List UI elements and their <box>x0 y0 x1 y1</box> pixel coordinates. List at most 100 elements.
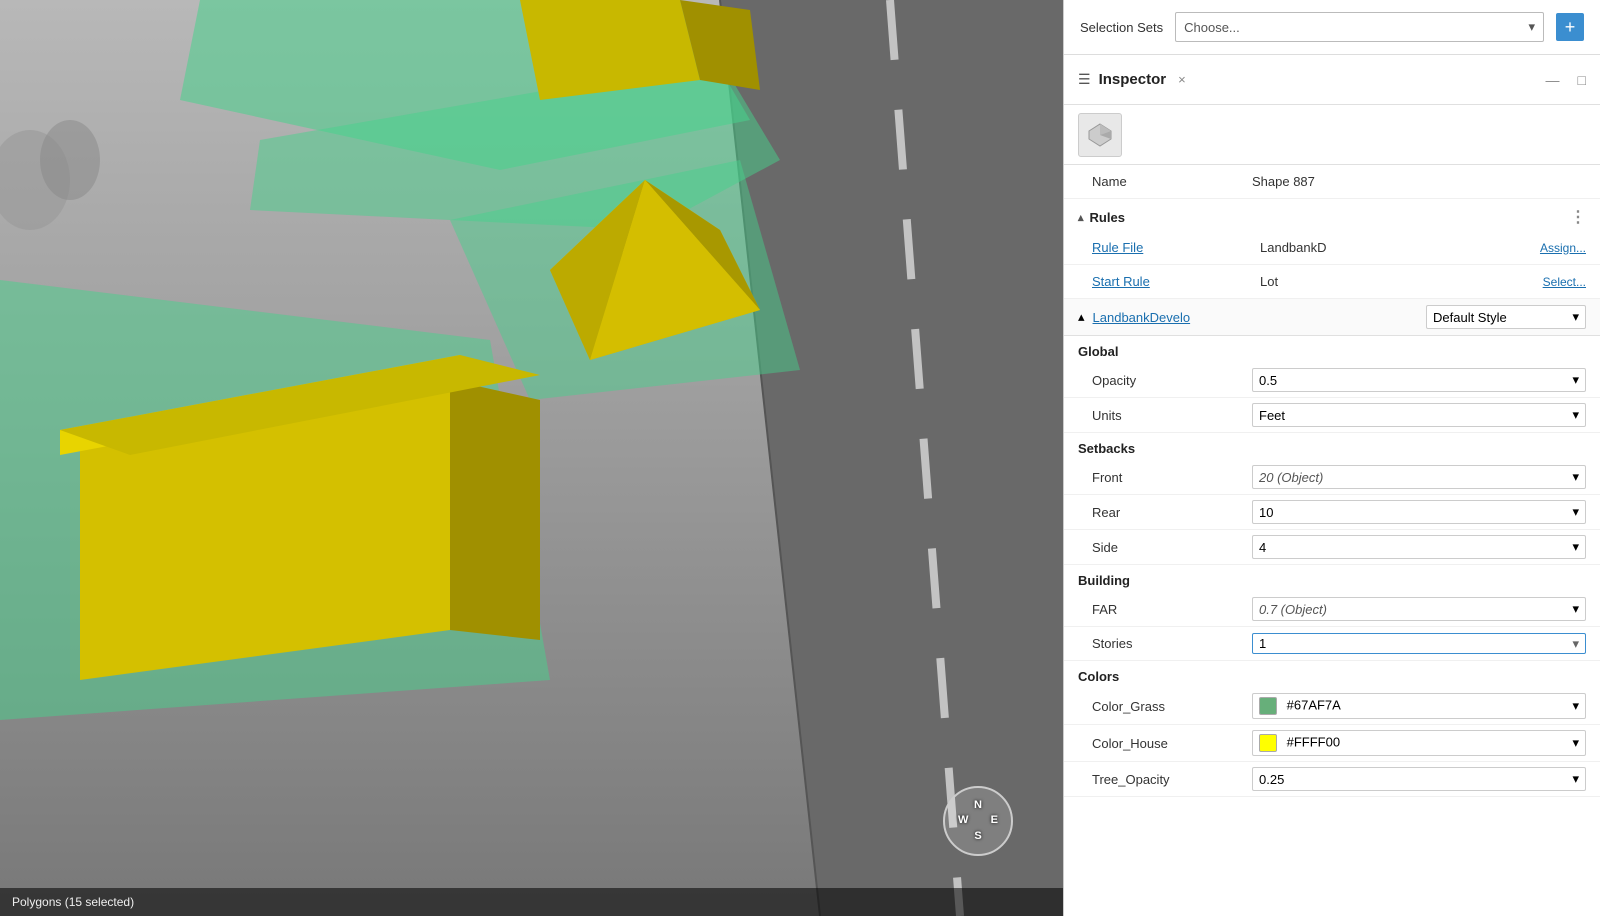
rear-row: Rear 10 ▾ <box>1064 495 1600 530</box>
name-label: Name <box>1092 174 1252 189</box>
landbank-chevron-icon: ▴ <box>1078 309 1085 325</box>
side-dropdown[interactable]: 4 ▾ <box>1252 535 1586 559</box>
chevron-down-icon: ▾ <box>1572 601 1579 617</box>
rear-label: Rear <box>1092 505 1252 520</box>
status-text: Polygons (15 selected) <box>12 895 134 909</box>
color-grass-swatch <box>1259 697 1277 715</box>
opacity-dropdown[interactable]: 0.5 ▾ <box>1252 368 1586 392</box>
selection-sets-bar: Selection Sets Choose... ▾ + <box>1064 0 1600 55</box>
tree-opacity-label: Tree_Opacity <box>1092 772 1252 787</box>
building-section-label: Building <box>1078 573 1130 588</box>
far-dropdown[interactable]: 0.7 (Object) ▾ <box>1252 597 1586 621</box>
chevron-down-icon: ▾ <box>1572 504 1579 520</box>
compass-labels: N WE S <box>958 798 998 844</box>
building-section-header: Building <box>1064 565 1600 592</box>
properties-area[interactable]: Name Shape 887 ▴ Rules ⋮ Rule File Landb… <box>1064 165 1600 916</box>
color-grass-value: #67AF7A <box>1287 697 1341 712</box>
rule-file-label[interactable]: Rule File <box>1092 240 1252 255</box>
name-row: Name Shape 887 <box>1064 165 1600 199</box>
object-icon-box <box>1078 113 1122 157</box>
start-rule-value: Lot <box>1260 274 1535 289</box>
select-button[interactable]: Select... <box>1543 275 1586 289</box>
color-grass-row: Color_Grass #67AF7A ▾ <box>1064 688 1600 725</box>
color-house-dropdown[interactable]: #FFFF00 ▾ <box>1252 730 1586 756</box>
status-bar: Polygons (15 selected) <box>0 888 1063 916</box>
colors-section-label: Colors <box>1078 669 1119 684</box>
color-house-swatch <box>1259 734 1277 752</box>
stories-row: Stories ▾ <box>1064 627 1600 661</box>
side-row: Side 4 ▾ <box>1064 530 1600 565</box>
front-value: 20 (Object) <box>1259 470 1323 485</box>
rule-file-value: LandbankD <box>1260 240 1532 255</box>
assign-button[interactable]: Assign... <box>1540 241 1586 255</box>
tree-opacity-value: 0.25 <box>1259 772 1284 787</box>
landbank-row: ▴ LandbankDevelo Default Style ▾ <box>1064 299 1600 336</box>
tree-opacity-dropdown[interactable]: 0.25 ▾ <box>1252 767 1586 791</box>
units-dropdown[interactable]: Feet ▾ <box>1252 403 1586 427</box>
selection-sets-dropdown[interactable]: Choose... ▾ <box>1175 12 1544 42</box>
chevron-down-icon: ▾ <box>1528 19 1535 35</box>
inspector-title: Inspector <box>1099 71 1167 88</box>
rear-dropdown[interactable]: 10 ▾ <box>1252 500 1586 524</box>
global-section-header: Global <box>1064 336 1600 363</box>
start-rule-label[interactable]: Start Rule <box>1092 274 1252 289</box>
chevron-down-icon: ▾ <box>1572 698 1579 714</box>
rules-section-header[interactable]: ▴ Rules ⋮ <box>1064 199 1600 231</box>
name-value: Shape 887 <box>1252 174 1586 189</box>
color-house-row: Color_House #FFFF00 ▾ <box>1064 725 1600 762</box>
color-house-label: Color_House <box>1092 736 1252 751</box>
chevron-down-icon: ▾ <box>1572 771 1579 787</box>
units-row: Units Feet ▾ <box>1064 398 1600 433</box>
chevron-down-icon: ▾ <box>1572 539 1579 555</box>
front-row: Front 20 (Object) ▾ <box>1064 460 1600 495</box>
rule-file-row: Rule File LandbankD Assign... <box>1064 231 1600 265</box>
color-grass-dropdown[interactable]: #67AF7A ▾ <box>1252 693 1586 719</box>
opacity-label: Opacity <box>1092 373 1252 388</box>
3d-viewport: N WE S Polygons (15 selected) <box>0 0 1063 916</box>
front-label: Front <box>1092 470 1252 485</box>
add-selection-set-button[interactable]: + <box>1556 13 1584 41</box>
setbacks-section-header: Setbacks <box>1064 433 1600 460</box>
default-style-dropdown[interactable]: Default Style ▾ <box>1426 305 1586 329</box>
tree-opacity-row: Tree_Opacity 0.25 ▾ <box>1064 762 1600 797</box>
rules-menu-icon[interactable]: ⋮ <box>1570 207 1586 227</box>
selection-sets-label: Selection Sets <box>1080 20 1163 35</box>
rear-value: 10 <box>1259 505 1273 520</box>
inspector-icon: ☰ <box>1078 71 1091 88</box>
front-dropdown[interactable]: 20 (Object) ▾ <box>1252 465 1586 489</box>
rules-section-label: Rules <box>1090 210 1125 225</box>
opacity-value: 0.5 <box>1259 373 1277 388</box>
chevron-down-icon: ▾ <box>1572 469 1579 485</box>
stories-input[interactable] <box>1253 634 1566 653</box>
far-value: 0.7 (Object) <box>1259 602 1327 617</box>
maximize-button[interactable]: □ <box>1578 72 1586 88</box>
opacity-row: Opacity 0.5 ▾ <box>1064 363 1600 398</box>
shape-icon <box>1086 121 1114 149</box>
global-section-label: Global <box>1078 344 1118 359</box>
chevron-down-icon: ▾ <box>1572 735 1579 751</box>
inspector-header: ☰ Inspector × — □ <box>1064 55 1600 105</box>
side-label: Side <box>1092 540 1252 555</box>
side-value: 4 <box>1259 540 1266 555</box>
color-grass-label: Color_Grass <box>1092 699 1252 714</box>
landbank-label: LandbankDevelo <box>1093 310 1191 325</box>
units-value: Feet <box>1259 408 1285 423</box>
close-icon[interactable]: × <box>1178 72 1186 87</box>
minimize-button[interactable]: — <box>1546 72 1560 88</box>
compass: N WE S <box>943 786 1013 856</box>
setbacks-section-label: Setbacks <box>1078 441 1135 456</box>
chevron-down-icon: ▾ <box>1572 309 1579 325</box>
start-rule-row: Start Rule Lot Select... <box>1064 265 1600 299</box>
color-house-value: #FFFF00 <box>1287 734 1340 749</box>
far-row: FAR 0.7 (Object) ▾ <box>1064 592 1600 627</box>
chevron-down-icon: ▾ <box>1572 372 1579 388</box>
object-icon-row <box>1064 105 1600 165</box>
default-style-value: Default Style <box>1433 310 1507 325</box>
colors-section-header: Colors <box>1064 661 1600 688</box>
stories-dropdown-icon[interactable]: ▾ <box>1566 636 1585 652</box>
inspector-panel: Selection Sets Choose... ▾ + ☰ Inspector… <box>1063 0 1600 916</box>
far-label: FAR <box>1092 602 1252 617</box>
units-label: Units <box>1092 408 1252 423</box>
chevron-down-icon: ▾ <box>1572 407 1579 423</box>
stories-label: Stories <box>1092 636 1252 651</box>
